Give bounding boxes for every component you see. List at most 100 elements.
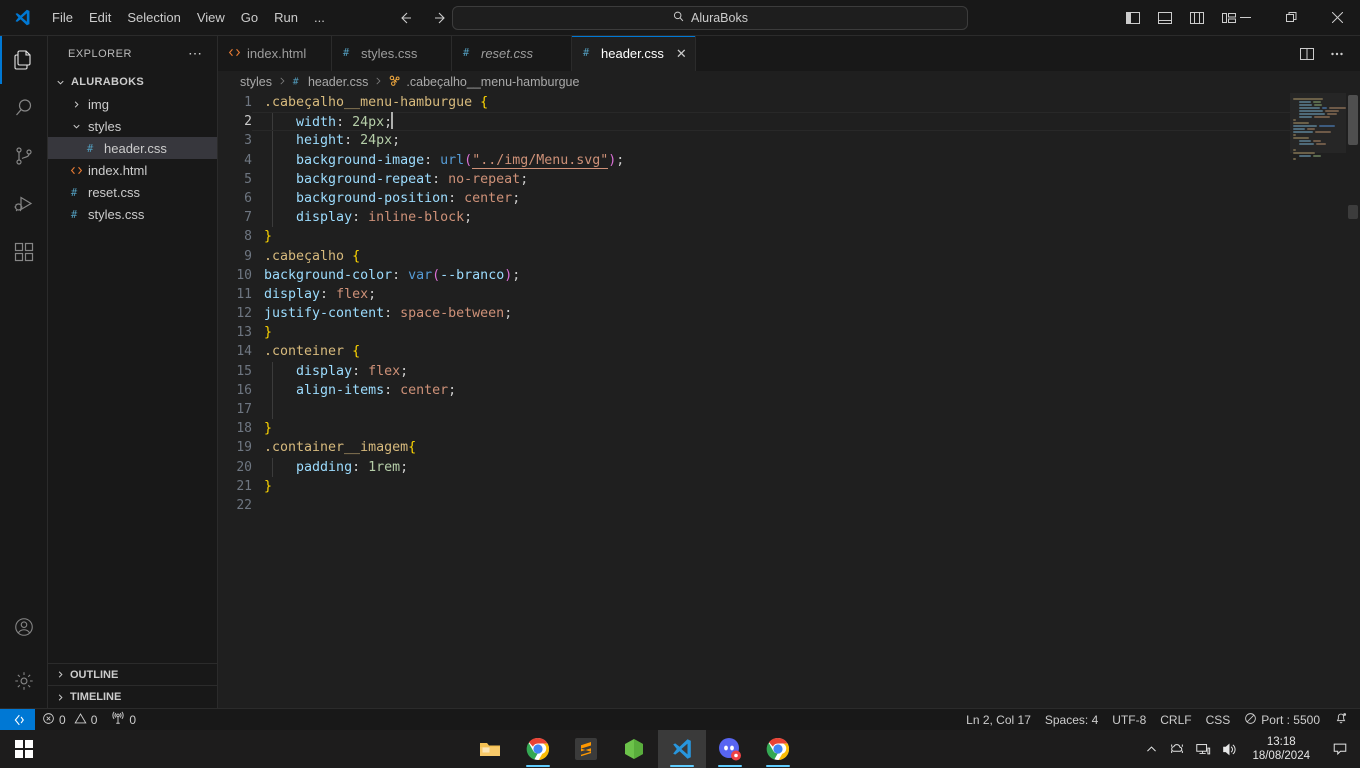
taskbar-discord[interactable] <box>706 730 754 768</box>
menu-view[interactable]: View <box>189 6 233 30</box>
breadcrumb-folder-label: styles <box>240 75 272 89</box>
token: { <box>480 95 489 110</box>
start-button[interactable] <box>0 730 48 768</box>
minimize-button[interactable] <box>1222 0 1268 36</box>
editor-encoding[interactable]: UTF-8 <box>1105 709 1153 731</box>
code-line: 19 .container__imagem{ <box>218 438 1360 457</box>
menu-go[interactable]: Go <box>233 6 266 30</box>
token: : <box>384 306 401 322</box>
taskbar-file-explorer[interactable] <box>466 730 514 768</box>
outline-panel-header[interactable]: OUTLINE <box>48 664 217 686</box>
network-icon[interactable] <box>1190 730 1216 768</box>
token: ; <box>512 267 521 283</box>
explorer-folder-section-header[interactable]: ALURABOKS <box>48 71 217 93</box>
token: : <box>352 210 369 226</box>
code-line: 6 background-position: center; <box>218 188 1360 209</box>
toggle-panel-icon[interactable] <box>1150 5 1180 31</box>
code-line: 3 height: 24px; <box>218 131 1360 151</box>
split-editor-right-icon[interactable] <box>1294 41 1320 67</box>
close-button[interactable] <box>1314 0 1360 36</box>
taskbar-sublime-text[interactable] <box>562 730 610 768</box>
scrollbar-thumb[interactable] <box>1348 95 1358 145</box>
activity-extensions[interactable] <box>0 228 48 276</box>
command-center[interactable]: AluraBoks <box>452 6 968 30</box>
show-hidden-icons[interactable] <box>1138 730 1164 768</box>
toggle-secondary-sidebar-icon[interactable] <box>1182 5 1212 31</box>
tree-item-header-css[interactable]: # header.css <box>48 137 217 159</box>
editor-indentation[interactable]: Spaces: 4 <box>1038 709 1105 731</box>
menu-more[interactable]: ... <box>306 6 333 30</box>
taskbar-visual-studio-code[interactable] <box>658 730 706 768</box>
line-number: 15 <box>236 363 252 379</box>
toggle-primary-sidebar-icon[interactable] <box>1118 5 1148 31</box>
menu-file[interactable]: File <box>44 6 81 30</box>
ports-status[interactable]: 0 <box>104 709 143 731</box>
line-number: 5 <box>244 171 252 187</box>
activity-source-control[interactable] <box>0 132 48 180</box>
go-back-icon[interactable] <box>392 6 418 30</box>
volume-icon[interactable] <box>1216 730 1242 768</box>
taskbar-google-chrome-2[interactable] <box>754 730 802 768</box>
activity-manage-settings[interactable] <box>0 654 48 708</box>
tab-styles-css[interactable]: # styles.css <box>332 36 452 71</box>
token: 1rem <box>368 459 401 475</box>
tab-index-html[interactable]: index.html <box>218 36 332 71</box>
tree-item-img[interactable]: img <box>48 93 217 115</box>
code-editor[interactable]: 1 .cabeçalho__menu-hamburgue { 2 width: … <box>218 93 1360 708</box>
live-server-port[interactable]: Port : 5500 <box>1237 709 1327 731</box>
editor-position[interactable]: Ln 2, Col 17 <box>959 709 1038 731</box>
go-forward-icon[interactable] <box>428 6 454 30</box>
tab-close-icon[interactable]: ✕ <box>676 46 687 62</box>
remote-indicator[interactable] <box>0 708 35 731</box>
text-cursor <box>391 112 393 130</box>
menu-edit[interactable]: Edit <box>81 6 119 30</box>
breadcrumb-file[interactable]: # header.css <box>292 75 369 90</box>
activity-run-and-debug[interactable] <box>0 180 48 228</box>
sidebar-more-actions-icon[interactable]: ⋯ <box>182 45 209 62</box>
activity-explorer[interactable] <box>0 36 48 84</box>
menu-run[interactable]: Run <box>266 6 306 30</box>
token: no-repeat <box>448 171 521 187</box>
notifications-bell[interactable] <box>1327 709 1360 731</box>
tab-header-css[interactable]: # header.css ✕ <box>572 36 696 71</box>
editor-language[interactable]: CSS <box>1199 709 1238 731</box>
tree-item-styles[interactable]: styles <box>48 115 217 137</box>
menu-selection[interactable]: Selection <box>119 6 188 30</box>
breadcrumb-folder[interactable]: styles <box>240 75 272 89</box>
problems-status[interactable]: 0 0 <box>35 709 104 731</box>
code-line: 8 } <box>218 227 1360 246</box>
timeline-panel-label: TIMELINE <box>70 691 122 703</box>
token[interactable]: "../img/Menu.svg" <box>472 152 609 169</box>
taskbar-clock[interactable]: 13:18 18/08/2024 <box>1242 730 1320 768</box>
token: center <box>464 190 513 206</box>
code-line: 14 .conteiner { <box>218 342 1360 361</box>
restore-button[interactable] <box>1268 0 1314 36</box>
editor-eol[interactable]: CRLF <box>1153 709 1198 731</box>
taskbar-google-chrome[interactable] <box>514 730 562 768</box>
line-number: 4 <box>244 152 252 168</box>
token: .cabeçalho <box>264 248 353 264</box>
activity-accounts[interactable] <box>0 600 48 654</box>
tree-item-label: styles.css <box>88 206 145 222</box>
editor-minimap[interactable] <box>1290 93 1346 708</box>
tree-item-styles-css[interactable]: # styles.css <box>48 203 217 225</box>
breadcrumb-symbol[interactable]: .cabeçalho__menu-hamburgue <box>388 74 579 91</box>
line-content: height: 24px; <box>264 131 400 150</box>
code-line: 15 display: flex; <box>218 361 1360 381</box>
tree-item-index-html[interactable]: index.html <box>48 159 217 181</box>
editor-scrollbar[interactable] <box>1346 93 1360 708</box>
line-content: } <box>264 323 272 342</box>
tab-label: reset.css <box>481 46 534 61</box>
css-icon: # <box>68 206 84 222</box>
notification-center-icon[interactable] <box>1320 730 1360 768</box>
taskbar-nodejs[interactable] <box>610 730 658 768</box>
line-content: } <box>264 227 272 246</box>
line-number: 20 <box>236 459 252 475</box>
tree-item-reset-css[interactable]: # reset.css <box>48 181 217 203</box>
onedrive-icon[interactable] <box>1164 730 1190 768</box>
activity-search[interactable] <box>0 84 48 132</box>
tab-reset-css[interactable]: # reset.css <box>452 36 572 71</box>
timeline-panel-header[interactable]: TIMELINE <box>48 686 217 708</box>
more-editor-actions-icon[interactable] <box>1324 41 1350 67</box>
